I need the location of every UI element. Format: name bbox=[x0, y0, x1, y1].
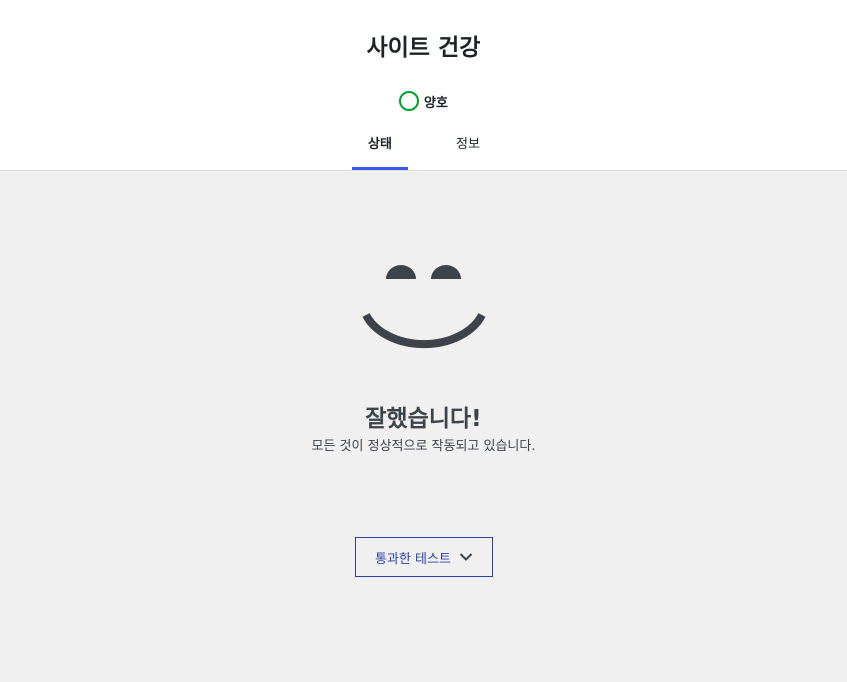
site-health-rating: 양호 bbox=[0, 91, 847, 111]
tab-status[interactable]: 상태 bbox=[352, 128, 408, 170]
tab-navigation: 상태 정보 bbox=[0, 128, 847, 170]
passed-tests-label: 통과한 테스트 bbox=[375, 551, 451, 567]
rating-circle-icon bbox=[399, 91, 420, 111]
result-heading: 잘했습니다! bbox=[365, 406, 482, 432]
tab-info[interactable]: 정보 bbox=[444, 128, 492, 170]
rating-label: 양호 bbox=[424, 95, 448, 111]
passed-tests-button[interactable]: 통과한 테스트 bbox=[355, 537, 493, 577]
site-health-header: 사이트 건강 양호 상태 정보 bbox=[0, 0, 847, 171]
smiley-face-icon bbox=[362, 265, 486, 349]
chevron-down-icon bbox=[459, 553, 473, 561]
result-description: 모든 것이 정상적으로 작동되고 있습니다. bbox=[311, 439, 536, 454]
page-title: 사이트 건강 bbox=[366, 35, 481, 61]
